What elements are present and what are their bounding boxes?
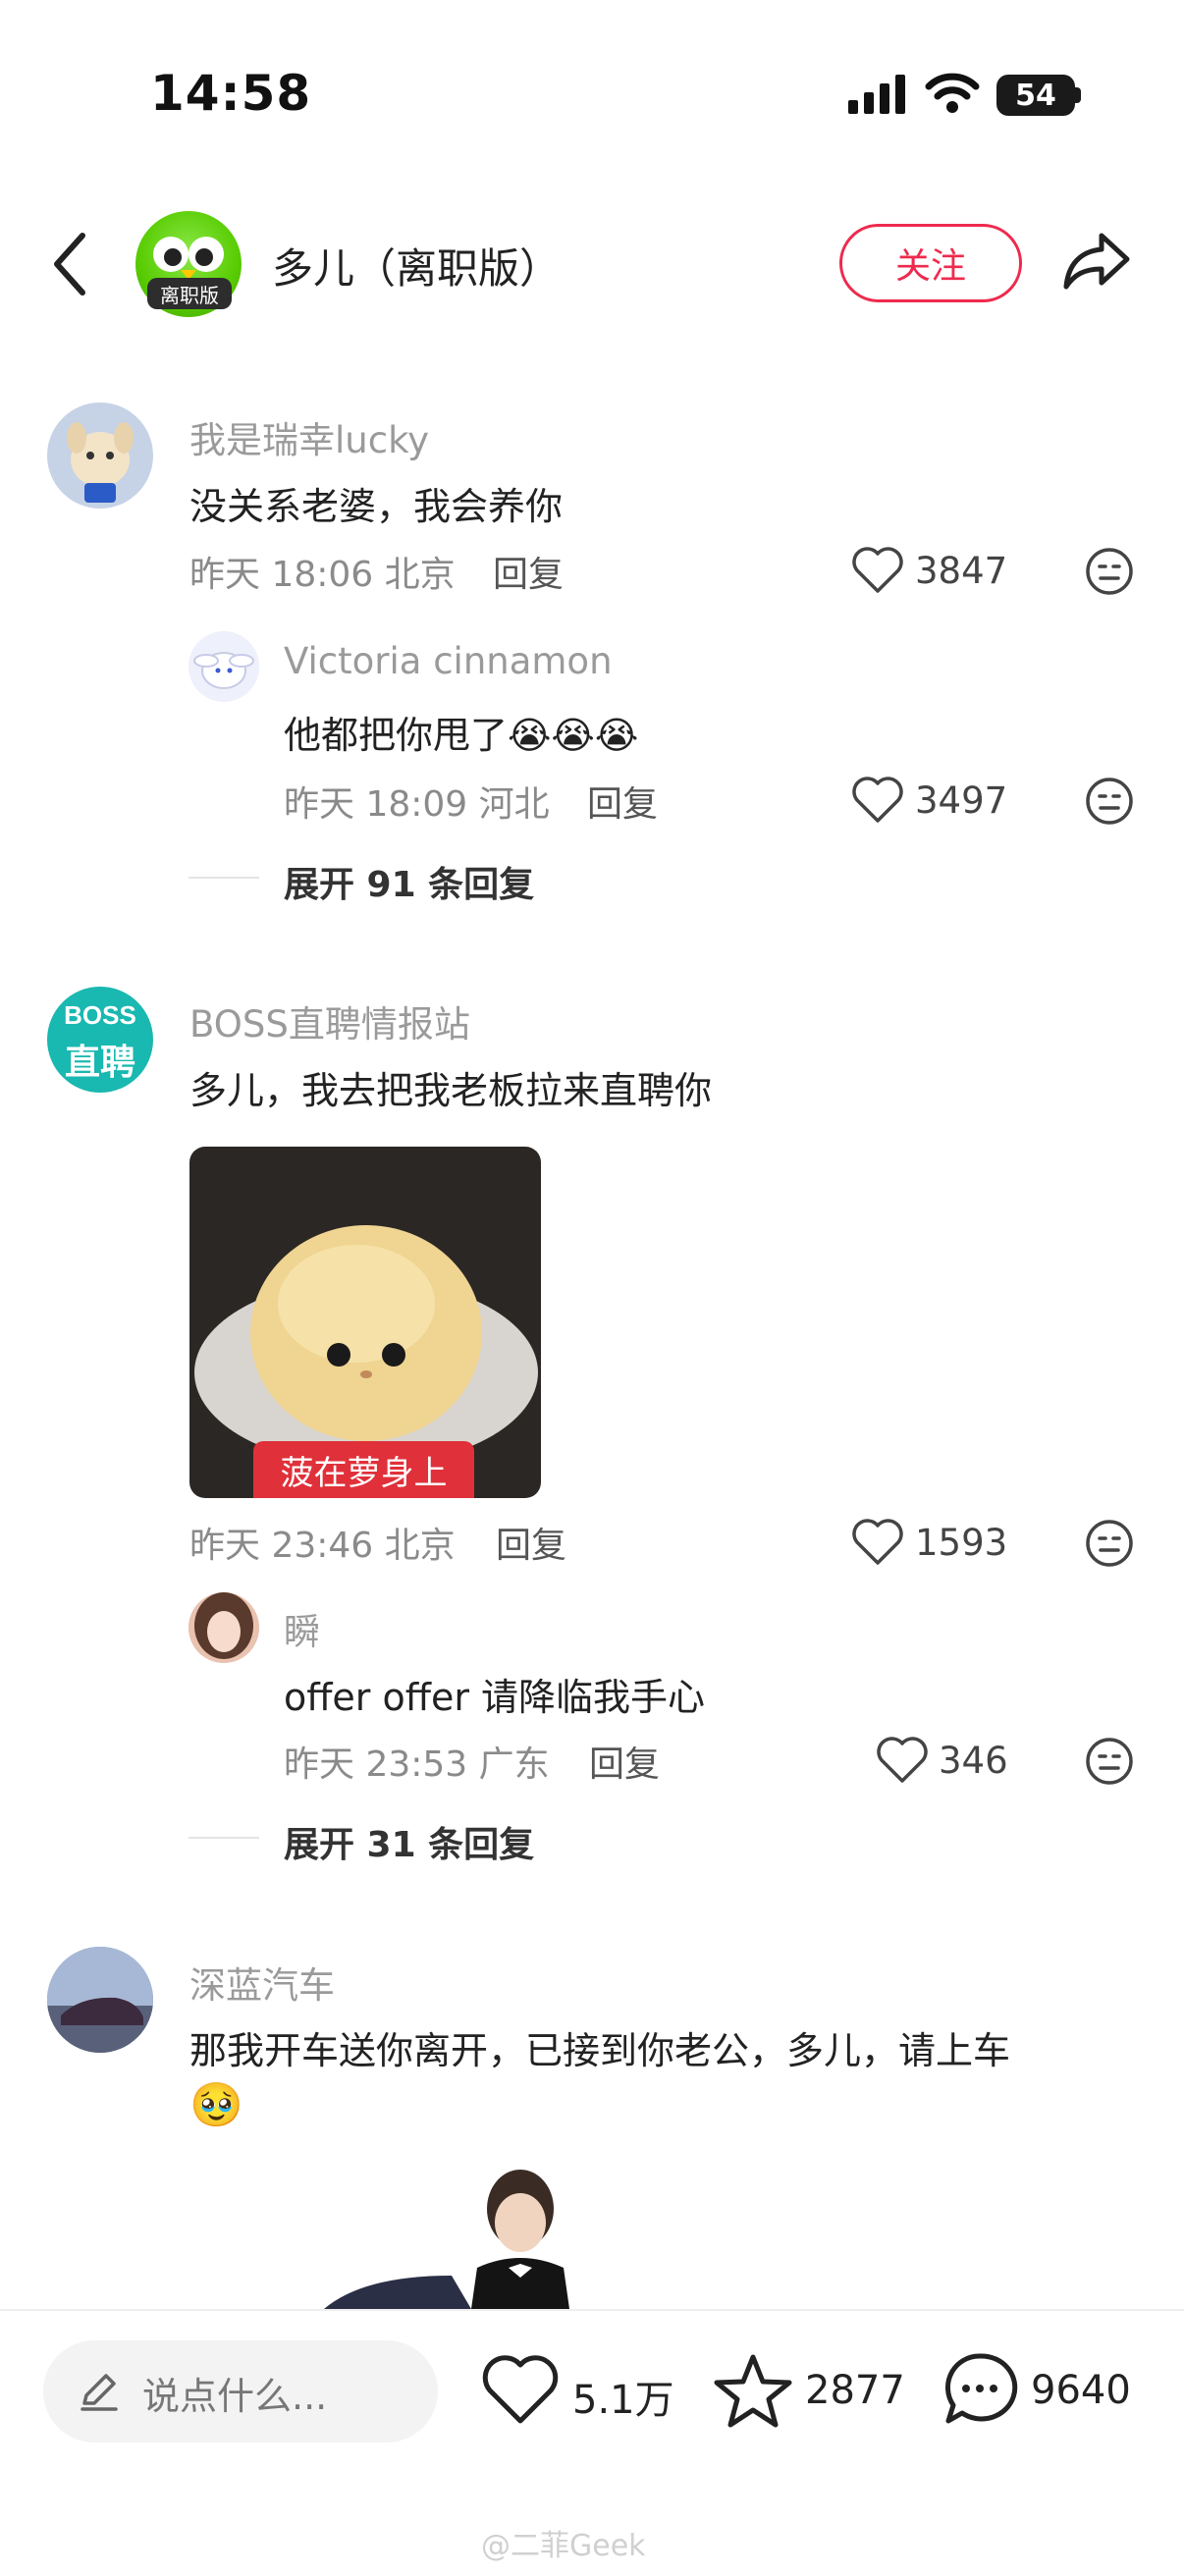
- reply-username[interactable]: 瞬: [284, 1602, 320, 1655]
- follow-button[interactable]: 关注: [839, 224, 1022, 302]
- comment-avatar[interactable]: BOSS 直聘: [47, 987, 153, 1093]
- comment-text: 那我开车送你离开，已接到你老公，多儿，请上车: [189, 2029, 1011, 2072]
- comment-username[interactable]: 深蓝汽车: [189, 1956, 335, 2009]
- battery-icon: 54: [996, 75, 1075, 116]
- comment-time: 昨天 18:06: [189, 555, 374, 595]
- comment-meta: 昨天 23:46 北京: [189, 1517, 456, 1568]
- man-with-car-image: [324, 2170, 569, 2309]
- comment-avatar[interactable]: [47, 1947, 153, 2053]
- like-count: 1593: [915, 1522, 1008, 1564]
- comment-text: 没关系老婆，我会养你: [189, 485, 564, 528]
- dislike-icon[interactable]: [1084, 1736, 1135, 1787]
- like-heart-icon[interactable]: [481, 2354, 560, 2427]
- pencil-icon: [81, 2374, 118, 2411]
- crying-emoji: 😭😭😭: [508, 714, 639, 757]
- like-count: 346: [939, 1740, 1008, 1782]
- star-icon[interactable]: [713, 2352, 793, 2429]
- comment-bubble-icon[interactable]: [941, 2350, 1019, 2429]
- reply-button[interactable]: 回复: [589, 1736, 660, 1787]
- expand-divider: [188, 877, 259, 879]
- comment-text: 多儿，我去把我老板拉来直聘你: [189, 1069, 713, 1112]
- reply-text-row: 他都把你甩了😭😭😭: [284, 705, 638, 759]
- reply-button[interactable]: 回复: [493, 546, 564, 597]
- comment-meta: 昨天 18:06 北京: [189, 546, 456, 597]
- back-icon[interactable]: [49, 230, 92, 298]
- reply-location: 广东: [478, 1744, 550, 1785]
- reply-button[interactable]: 回复: [587, 776, 658, 827]
- reply-time: 昨天 18:09: [284, 784, 468, 825]
- reply-button[interactable]: 回复: [496, 1517, 566, 1568]
- car-avatar-icon: [47, 1947, 153, 2053]
- reply-avatar[interactable]: [188, 631, 259, 702]
- expand-divider: [188, 1837, 259, 1839]
- comment-time: 昨天 23:46: [189, 1526, 374, 1566]
- battery-nub: [1075, 87, 1081, 103]
- expand-replies-button[interactable]: 展开 31 条回复: [284, 1816, 534, 1867]
- signal-icon: [848, 75, 905, 114]
- channel-name[interactable]: 多儿（离职版）: [272, 236, 561, 295]
- comment-location: 北京: [384, 1526, 456, 1566]
- image-caption: 菠在萝身上: [253, 1441, 474, 1498]
- expand-replies-button[interactable]: 展开 91 条回复: [284, 856, 534, 907]
- avatar-text-boss: BOSS: [64, 1000, 136, 1030]
- girl-avatar-icon: [188, 1592, 259, 1663]
- dislike-icon[interactable]: [1084, 546, 1135, 597]
- comment-location: 北京: [384, 555, 456, 595]
- comment-image[interactable]: 菠在萝身上: [189, 1147, 541, 1498]
- heart-icon[interactable]: [851, 776, 904, 825]
- reply-username[interactable]: Victoria cinnamon: [284, 640, 613, 682]
- avatar-tag: 离职版: [147, 278, 232, 309]
- cinnamoroll-avatar-icon: [193, 652, 254, 689]
- dislike-icon[interactable]: [1084, 1518, 1135, 1569]
- reply-time: 昨天 23:53: [284, 1744, 468, 1785]
- comment-username[interactable]: 我是瑞幸lucky: [189, 410, 429, 463]
- comment-total: 9640: [1031, 2368, 1131, 2413]
- reply-location: 河北: [478, 784, 550, 825]
- dislike-icon[interactable]: [1084, 776, 1135, 827]
- comment-emoji: 🥹: [189, 2080, 243, 2130]
- avatar-text-zhipin: 直聘: [64, 1043, 135, 1083]
- reply-meta: 昨天 18:09 河北: [284, 776, 550, 827]
- heart-icon[interactable]: [876, 1736, 929, 1785]
- heart-icon[interactable]: [851, 1518, 904, 1567]
- comment-avatar[interactable]: [47, 402, 153, 509]
- favorite-total: 2877: [805, 2368, 905, 2413]
- like-total: 5.1万: [572, 2378, 674, 2423]
- comment-image[interactable]: [324, 2170, 677, 2309]
- reply-text: 他都把你甩了: [284, 714, 509, 757]
- share-icon[interactable]: [1062, 230, 1133, 293]
- like-count: 3497: [915, 779, 1008, 822]
- status-time: 14:58: [150, 65, 312, 122]
- puppy-avatar-icon: [67, 422, 134, 503]
- watermark: @二菲Geek: [481, 2529, 646, 2563]
- like-count: 3847: [915, 550, 1008, 592]
- comment-username[interactable]: BOSS直聘情报站: [189, 994, 470, 1047]
- reply-avatar[interactable]: [188, 1592, 259, 1663]
- reply-meta: 昨天 23:53 广东: [284, 1736, 550, 1787]
- heart-icon[interactable]: [851, 546, 904, 595]
- wifi-icon: [925, 73, 980, 113]
- comment-input-placeholder[interactable]: 说点什么...: [142, 2366, 327, 2420]
- reply-text: offer offer 请降临我手心: [284, 1676, 706, 1719]
